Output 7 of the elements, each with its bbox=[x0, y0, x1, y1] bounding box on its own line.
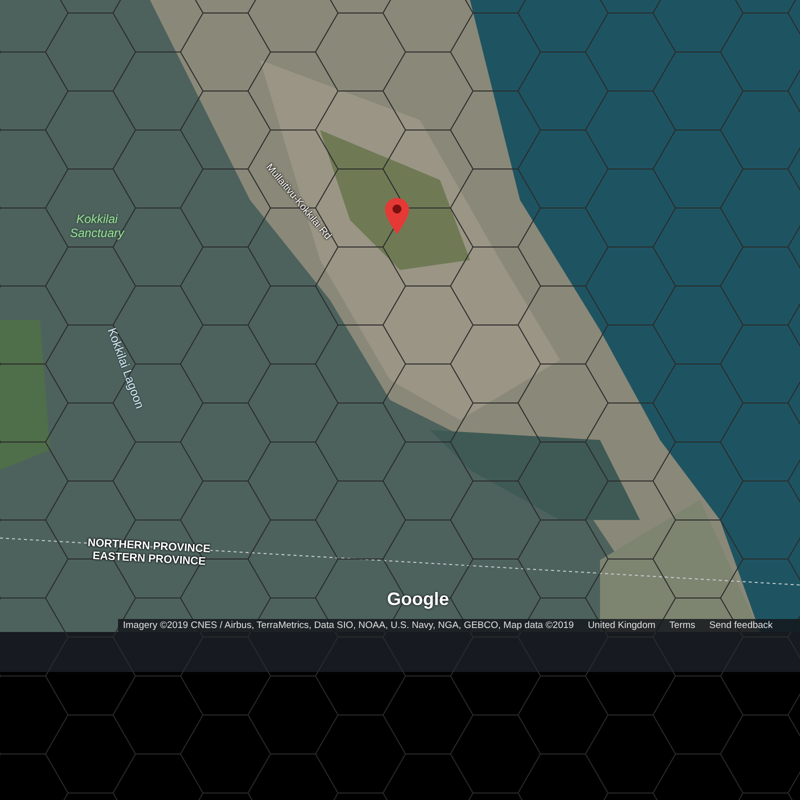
attribution-link[interactable]: Send feedback bbox=[709, 620, 773, 631]
attribution-link[interactable]: United Kingdom bbox=[588, 620, 656, 631]
map-pin-icon bbox=[385, 198, 409, 234]
map-logo: Google bbox=[387, 589, 449, 610]
map-label: Kokkilai Sanctuary bbox=[70, 212, 124, 240]
attribution-link[interactable]: Terms bbox=[669, 620, 696, 631]
attribution-text: Imagery ©2019 CNES / Airbus, TerraMetrics, Data SIO, NOAA, U.S. Navy, NGA, GEBCO, Map data ©2019 bbox=[123, 620, 574, 631]
